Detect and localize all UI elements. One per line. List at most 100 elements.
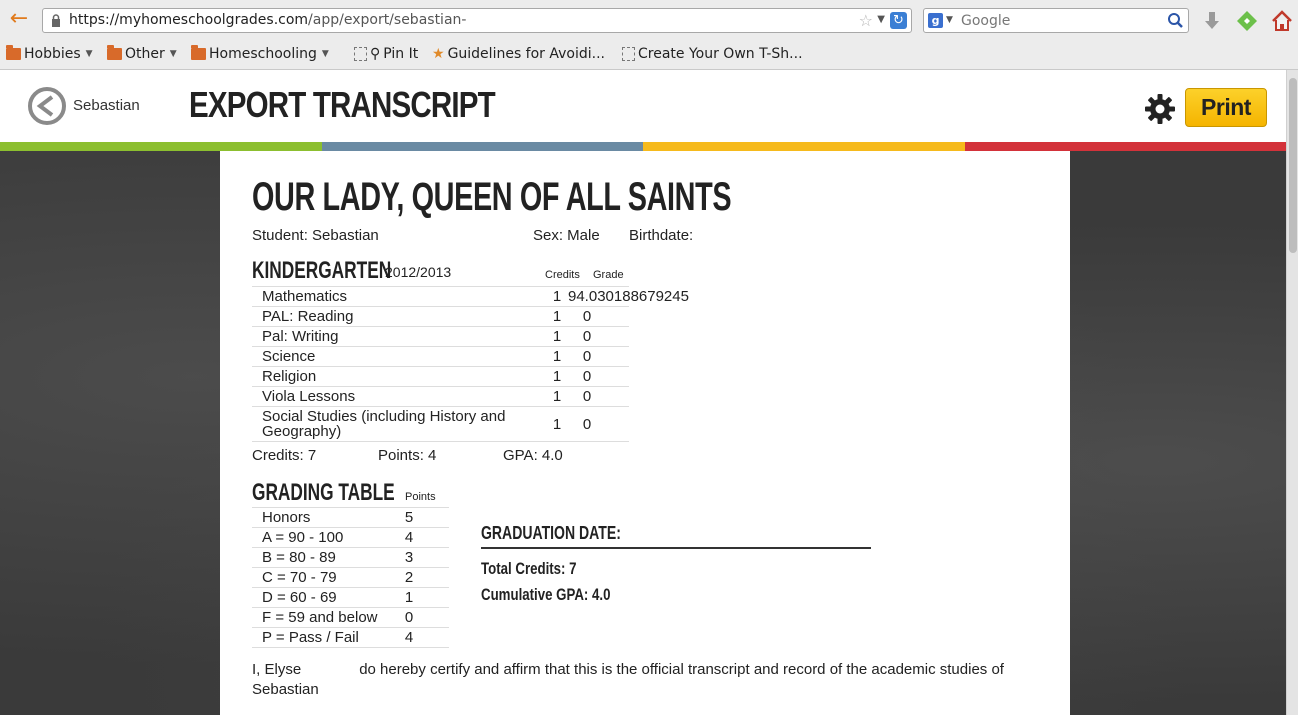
sex-line: Sex: Male xyxy=(533,227,600,244)
search-bar[interactable]: g ▼ Google xyxy=(923,8,1189,33)
bookmark-guidelines[interactable]: ★ Guidelines for Avoidi... xyxy=(432,46,605,62)
scrollbar-thumb[interactable] xyxy=(1289,78,1297,253)
chevron-down-icon: ▼ xyxy=(321,49,329,59)
table-row: F = 59 and below 0 xyxy=(252,607,449,628)
course-name: Pal: Writing xyxy=(252,326,546,347)
engine-dropdown-icon[interactable]: ▼ xyxy=(946,15,953,25)
bookmark-label: Hobbies xyxy=(24,46,81,62)
course-credits: 1 xyxy=(546,366,568,387)
year-title: KINDERGARTEN xyxy=(252,257,392,284)
print-button[interactable]: Print xyxy=(1185,88,1267,127)
course-credits: 1 xyxy=(546,326,568,347)
bookmark-label: Pin It xyxy=(383,46,419,62)
course-grade-cell: 0 xyxy=(568,306,629,327)
downloads-icon[interactable] xyxy=(1200,9,1224,33)
chevron-down-icon: ▼ xyxy=(85,49,93,59)
course-grade: 0 xyxy=(582,308,592,325)
folder-icon xyxy=(6,45,21,60)
color-stripe xyxy=(0,142,1286,151)
url-dropdown-icon[interactable]: ▼ xyxy=(877,14,885,25)
url-bar[interactable]: https://myhomeschoolgrades.com/app/expor… xyxy=(42,8,912,33)
grade-points: 4 xyxy=(391,627,449,648)
grade-points: 5 xyxy=(391,507,449,528)
course-grade: 0 xyxy=(582,388,592,405)
course-name: Social Studies (including History and Ge… xyxy=(252,406,546,442)
reload-icon[interactable]: ↻ xyxy=(890,12,907,29)
total-credits: Total Credits: 7 xyxy=(481,559,577,578)
courses-table: Mathematics 1 94.030188679245 PAL: Readi… xyxy=(252,286,689,442)
table-row: C = 70 - 79 2 xyxy=(252,567,449,588)
course-grade-cell: 0 xyxy=(568,366,629,387)
bookmark-folder-other[interactable]: Other ▼ xyxy=(107,45,177,62)
grade-range: D = 60 - 69 xyxy=(252,587,391,608)
bookmark-folder-homeschooling[interactable]: Homeschooling ▼ xyxy=(191,45,329,62)
google-engine-icon[interactable]: g xyxy=(928,13,943,28)
pin-icon: ⚲ xyxy=(370,46,381,62)
school-name: OUR LADY, QUEEN OF ALL SAINTS xyxy=(252,175,732,219)
grade-points: 0 xyxy=(391,607,449,628)
scrollbar[interactable] xyxy=(1286,70,1298,715)
course-name: PAL: Reading xyxy=(252,306,546,327)
course-name: Mathematics xyxy=(252,286,546,307)
credits-header: Credits xyxy=(545,269,580,281)
grade-range: Honors xyxy=(252,507,391,528)
stripe-blue xyxy=(321,142,643,151)
course-credits: 1 xyxy=(546,406,568,442)
course-grade-cell: 0 xyxy=(568,346,629,367)
gear-icon[interactable] xyxy=(1144,93,1176,125)
bookmark-label: Homeschooling xyxy=(209,46,317,62)
grade-points: 3 xyxy=(391,547,449,568)
course-grade-cell: 94.030188679245 xyxy=(568,286,689,307)
grade-range: A = 90 - 100 xyxy=(252,527,391,548)
table-row: Pal: Writing 1 0 xyxy=(252,326,629,347)
points-header: Points xyxy=(405,491,436,503)
search-icon[interactable] xyxy=(1167,12,1184,29)
course-name: Science xyxy=(252,346,546,367)
table-row: A = 90 - 100 4 xyxy=(252,527,449,548)
page-title: EXPORT TRANSCRIPT xyxy=(189,84,496,125)
browser-toolbar: ← https://myhomeschoolgrades.com/app/exp… xyxy=(0,0,1298,41)
table-row: B = 80 - 89 3 xyxy=(252,547,449,568)
bookmark-tshirt[interactable]: Create Your Own T-Sh... xyxy=(622,46,803,62)
folder-icon xyxy=(191,45,206,60)
grade-range: F = 59 and below xyxy=(252,607,391,628)
course-grade: 94.030188679245 xyxy=(568,288,689,305)
graduation-date: GRADUATION DATE: xyxy=(481,523,621,543)
table-row: Honors 5 xyxy=(252,507,449,528)
year-label: 2012/2013 xyxy=(385,264,452,280)
table-row: P = Pass / Fail 4 xyxy=(252,627,449,648)
table-row: D = 60 - 69 1 xyxy=(252,587,449,608)
home-icon[interactable] xyxy=(1270,9,1294,33)
student-name[interactable]: Sebastian xyxy=(73,97,140,114)
course-grade: 0 xyxy=(582,368,592,385)
figure-icon: ★ xyxy=(432,46,445,62)
certify-text: do hereby certify and affirm that this i… xyxy=(252,661,1004,698)
table-row: Social Studies (including History and Ge… xyxy=(252,406,629,442)
table-row: Mathematics 1 94.030188679245 xyxy=(252,286,689,307)
bookmarks-bar: Hobbies ▼ Other ▼ Homeschooling ▼ ⚲ Pin … xyxy=(0,41,1298,70)
back-arrow-icon[interactable]: ← xyxy=(6,8,32,32)
course-grade-cell: 0 xyxy=(568,386,629,407)
search-placeholder: Google xyxy=(961,13,1011,29)
cumulative-gpa: Cumulative GPA: 4.0 xyxy=(481,585,611,604)
table-row: Religion 1 0 xyxy=(252,366,629,387)
logo-icon[interactable] xyxy=(27,86,67,126)
bookmark-label: Guidelines for Avoidi... xyxy=(447,46,606,62)
grading-table: Honors 5 A = 90 - 100 4 B = 80 - 89 3 C … xyxy=(252,507,449,648)
table-row: PAL: Reading 1 0 xyxy=(252,306,629,327)
bookmark-folder-hobbies[interactable]: Hobbies ▼ xyxy=(6,45,93,62)
birthdate-line: Birthdate: xyxy=(629,227,694,244)
url-text: https://myhomeschoolgrades.com/app/expor… xyxy=(69,12,467,28)
bookmark-star-icon[interactable]: ☆ xyxy=(859,11,873,30)
page-icon xyxy=(622,47,635,61)
course-credits: 1 xyxy=(546,346,568,367)
feedly-icon[interactable] xyxy=(1235,9,1259,33)
course-name: Viola Lessons xyxy=(252,386,546,407)
chevron-down-icon: ▼ xyxy=(169,49,177,59)
course-grade: 0 xyxy=(582,348,592,365)
grade-range: B = 80 - 89 xyxy=(252,547,391,568)
stripe-green xyxy=(0,142,322,151)
grade-points: 1 xyxy=(391,587,449,608)
bookmark-pin-it[interactable]: ⚲ Pin It xyxy=(354,46,418,62)
page-icon xyxy=(354,47,367,61)
